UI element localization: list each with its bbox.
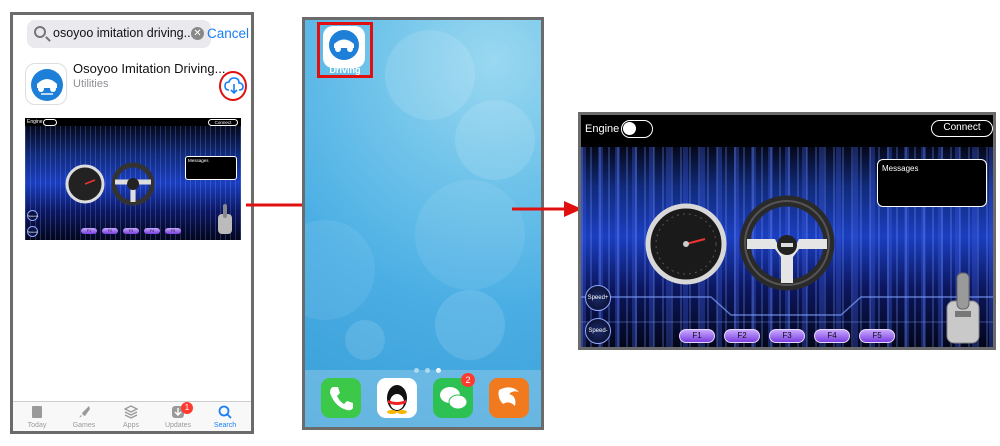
wallpaper-bubble [435,290,505,360]
arrow-right-icon [512,201,582,217]
mini-engine-toggle [43,119,57,126]
cloud-download-icon[interactable] [224,77,244,95]
search-icon [34,26,46,38]
app-category: Utilities [73,78,109,90]
mini-speed-up-button: Speed+ [27,210,38,221]
tab-label: Today [27,422,47,429]
mini-gear-shift-icon [218,204,232,234]
engine-label: Engine [585,123,620,135]
stack-icon [124,405,138,419]
tab-search[interactable]: Search [202,405,248,429]
cancel-button[interactable]: Cancel [207,26,249,41]
mini-f3-button: F3 [123,228,139,234]
f1-button[interactable]: F1 [679,329,715,343]
tab-games[interactable]: Games [61,405,107,429]
wechat-badge: 2 [461,373,475,387]
wallpaper-bubble [415,180,525,290]
search-input[interactable]: osoyoo imitation driving... [53,26,194,40]
mini-f1-button: F1 [81,228,97,234]
gear-shift-icon[interactable] [941,271,985,345]
speedometer-icon [645,203,727,285]
speed-up-button[interactable]: Speed+ [585,285,611,311]
app-icon[interactable] [25,63,67,105]
tab-today[interactable]: Today [14,405,60,429]
app-screenshot-preview[interactable]: Engine Connect Messages Speed+ Speed- F1… [25,118,241,240]
engine-toggle[interactable] [621,120,653,138]
clear-search-icon[interactable]: ✕ [191,27,204,40]
connect-button[interactable]: Connect [931,120,993,137]
wallpaper-bubble [305,220,375,320]
wallpaper-bubble [455,100,535,180]
search-icon [218,405,232,419]
dock: 2 [305,370,541,427]
phone-app-icon[interactable] [321,378,361,418]
f2-button[interactable]: F2 [724,329,760,343]
uc-browser-app-icon[interactable] [489,378,529,418]
tab-label: Updates [164,422,192,429]
qq-app-icon[interactable] [377,378,417,418]
f4-button[interactable]: F4 [814,329,850,343]
mini-f4-button: F4 [144,228,160,234]
search-bar[interactable]: osoyoo imitation driving... ✕ [27,20,211,48]
driving-app-label: Driving [329,65,361,75]
mini-f5-button: F5 [165,228,181,234]
mini-connect-button: Connect [208,119,238,126]
app-store-screen: osoyoo imitation driving... ✕ Cancel Oso… [10,12,254,434]
messages-box: Messages [877,159,987,207]
wallpaper-bubble [345,320,385,360]
tab-label: Games [72,422,96,429]
f3-button[interactable]: F3 [769,329,805,343]
mini-steering-wheel-icon [111,162,155,206]
driving-app-icon[interactable] [323,26,365,68]
tab-updates[interactable]: 1 Updates [155,402,201,429]
mini-speed-down-button: Speed- [27,226,38,237]
wechat-app-icon[interactable]: 2 [433,373,475,418]
wallpaper-bubble [385,30,475,120]
mini-f2-button: F2 [102,228,118,234]
rocket-icon [79,406,90,418]
f5-button[interactable]: F5 [859,329,895,343]
speed-down-button[interactable]: Speed- [585,318,611,344]
today-icon [32,406,42,418]
tab-label: Apps [123,422,139,429]
mini-messages-box: Messages [185,156,237,180]
tab-apps[interactable]: Apps [108,405,154,429]
steering-wheel-icon [739,195,835,291]
mini-speedometer-icon [65,164,105,204]
app-name: Osoyoo Imitation Driving... [73,61,226,76]
download-highlight[interactable] [219,71,247,101]
mini-engine-label: Engine [27,119,43,125]
updates-badge: 1 [181,402,193,414]
driving-game-screen: Engine Connect Messages Speed+ Speed- F1… [578,112,996,350]
tab-label: Search [213,422,237,429]
home-screen: Driving 2 [302,17,544,430]
tab-bar: Today Games Apps 1 Updates Search [13,401,251,431]
